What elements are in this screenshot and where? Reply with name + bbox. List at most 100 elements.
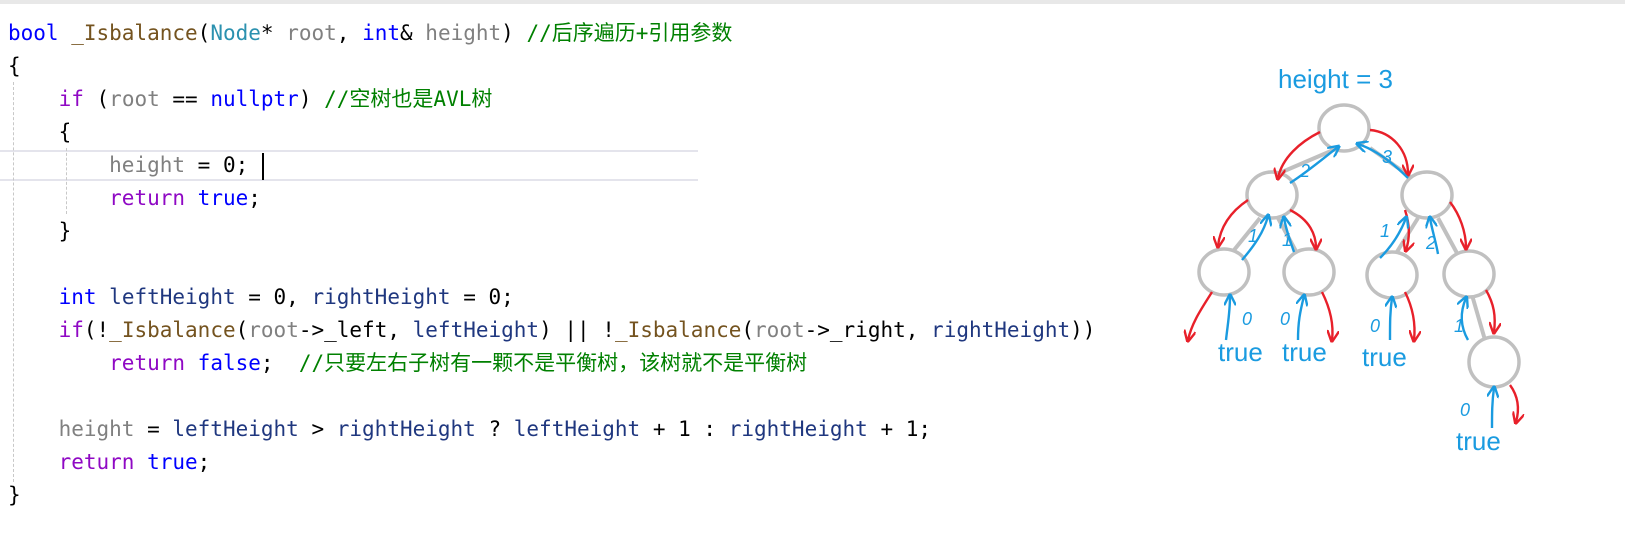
tree-node [1467, 335, 1521, 389]
code-token: return [58, 450, 135, 474]
code-token: height [109, 153, 186, 177]
code-token: = 0; [185, 153, 249, 177]
code-token: rightHeight [311, 285, 451, 309]
code-token: * [260, 21, 287, 45]
code-token: height [425, 21, 502, 45]
code-token: Node [210, 21, 261, 45]
code-token: ) || ! [539, 318, 615, 342]
code-line: { [8, 51, 21, 81]
code-token: , [336, 21, 363, 45]
code-token: } [8, 483, 21, 507]
code-token: ? [475, 417, 514, 441]
code-line: return true; [8, 183, 261, 213]
code-token: (! [83, 318, 110, 342]
code-token: )) [1070, 318, 1096, 342]
code-token: = [134, 417, 173, 441]
code-token: if [58, 318, 84, 342]
code-line: if(!_Isbalance(root->_left, leftHeight) … [8, 315, 1096, 345]
code-token: = 0; [450, 285, 514, 309]
text-cursor [262, 153, 264, 180]
code-line: return false; //只要左右子树有一颗不是平衡树，该树就不是平衡树 [8, 348, 807, 378]
code-token: ) [501, 21, 527, 45]
code-token: root [286, 21, 337, 45]
code-token: //后序遍历+引用参数 [526, 21, 733, 45]
code-token: + 1 : [640, 417, 729, 441]
code-token: int [362, 21, 400, 45]
tree-node [1197, 247, 1251, 297]
code-token: ( [197, 21, 211, 45]
true-label: true [1218, 337, 1263, 367]
code-token: { [8, 54, 21, 78]
code-token: false [197, 351, 261, 375]
code-token: } [8, 219, 72, 243]
code-token: _Isbalance [71, 21, 198, 45]
code-token: ) [298, 87, 325, 111]
code-token: ( [83, 87, 110, 111]
code-token: int [58, 285, 97, 309]
edge-number: 1 [1282, 230, 1292, 250]
code-editor[interactable]: bool _Isbalance(Node* root, int& height)… [0, 0, 1200, 539]
code-token: leftHeight [513, 417, 641, 441]
code-token: rightHeight [336, 417, 476, 441]
true-label: true [1282, 337, 1327, 367]
code-token: if [58, 87, 84, 111]
code-line: { [8, 117, 72, 147]
code-token: leftHeight [412, 318, 540, 342]
code-token: ; [260, 351, 299, 375]
code-token: = 0, [235, 285, 312, 309]
edge-number: 3 [1382, 147, 1392, 167]
edge-number: 1 [1454, 316, 1464, 336]
code-token: return [109, 351, 186, 375]
code-token: true [147, 450, 198, 474]
code-token: ->_right, [804, 318, 932, 342]
leaf-true-labels: true true true true [1218, 337, 1501, 456]
code-line: bool _Isbalance(Node* root, int& height)… [8, 18, 732, 48]
code-token: ; [248, 186, 261, 210]
code-token: rightHeight [931, 318, 1071, 342]
code-line: } [8, 480, 21, 510]
code-token: //只要左右子树有一颗不是平衡树，该树就不是平衡树 [298, 351, 808, 375]
edge-number: 1 [1248, 226, 1258, 246]
code-line: int leftHeight = 0, rightHeight = 0; [8, 282, 514, 312]
tree-node [1365, 250, 1419, 300]
code-line: if (root == nullptr) //空树也是AVL树 [8, 84, 493, 114]
avl-tree-diagram: 2 3 1 1 1 2 1 0 0 0 0 height = 3 true tr… [1160, 64, 1620, 456]
code-token: bool [8, 21, 72, 45]
code-token: return [109, 186, 186, 210]
code-token: root [248, 318, 299, 342]
code-token: _Isbalance [109, 318, 236, 342]
code-token: leftHeight [109, 285, 236, 309]
code-token: ; [197, 450, 211, 474]
code-token: nullptr [210, 87, 299, 111]
code-token: == [159, 87, 211, 111]
code-token: //空树也是AVL树 [324, 87, 493, 111]
code-token: ( [741, 318, 755, 342]
code-line: height = leftHeight > rightHeight ? left… [8, 414, 931, 444]
code-token: rightHeight [728, 417, 868, 441]
code-token: + 1; [867, 417, 932, 441]
tree-node [1245, 170, 1299, 220]
code-line: return true; [8, 447, 211, 477]
tree-node [1282, 247, 1336, 297]
code-token: ->_left, [298, 318, 413, 342]
code-line: height = 0; [8, 150, 248, 180]
true-label: true [1362, 342, 1407, 372]
edge-number: 2 [1425, 233, 1436, 253]
leaf-number: 0 [1460, 400, 1470, 420]
code-token: root [754, 318, 805, 342]
code-token: leftHeight [172, 417, 299, 441]
code-token: _Isbalance [614, 318, 742, 342]
leaf-number: 0 [1370, 316, 1380, 336]
code-token: height [58, 417, 135, 441]
